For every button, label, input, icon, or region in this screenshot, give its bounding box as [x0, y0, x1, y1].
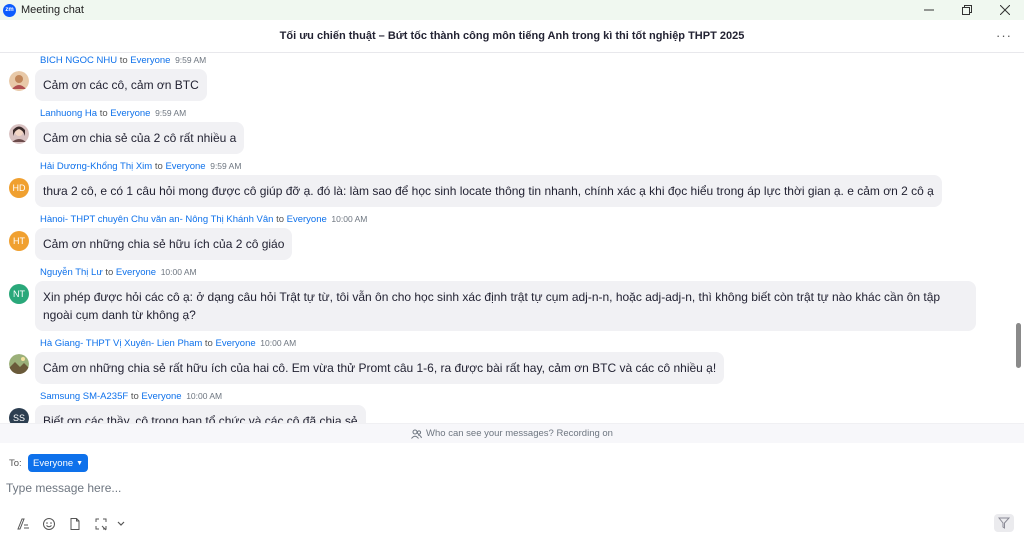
message-bubble[interactable]: thưa 2 cô, e có 1 câu hỏi mong được cô g…: [35, 175, 942, 207]
avatar: NT: [9, 284, 29, 304]
send-icon: [998, 517, 1010, 529]
recipient-name[interactable]: Everyone: [130, 55, 170, 66]
avatar-photo-icon: [9, 354, 29, 374]
screenshot-options-button[interactable]: [114, 516, 128, 532]
sender-name[interactable]: BICH NGOC NHU: [40, 55, 117, 66]
to-word: to: [99, 108, 108, 119]
message-bubble[interactable]: Cảm ơn chia sẻ của 2 cô rất nhiều a: [35, 122, 245, 154]
message-time: 10:00 AM: [160, 267, 197, 277]
screenshot-button[interactable]: [88, 516, 114, 532]
message-meta: Hànoi- THPT chuyên Chu văn an- Nông Thị …: [40, 214, 367, 225]
to-word: to: [276, 214, 284, 225]
recipient-name[interactable]: Everyone: [165, 161, 205, 172]
to-word: to: [105, 267, 114, 278]
to-word: to: [154, 161, 163, 172]
sender-name[interactable]: Nguyễn Thị Lư: [40, 267, 103, 278]
message-time: 10:00 AM: [260, 338, 297, 348]
recipient-dropdown[interactable]: Everyone ▼: [28, 454, 89, 472]
recipient-name[interactable]: Everyone: [287, 214, 327, 225]
send-button[interactable]: [994, 514, 1014, 532]
message-meta: BICH NGOC NHU to Everyone 9:59 AM: [40, 55, 206, 66]
avatar: SS: [9, 408, 29, 423]
people-icon: [411, 429, 423, 439]
sender-name[interactable]: Hànoi- THPT chuyên Chu văn an- Nông Thị …: [40, 214, 273, 225]
emoji-icon: [43, 518, 55, 530]
file-button[interactable]: [62, 516, 88, 532]
message-meta: Hải Dương-Khổng Thị Xim to Everyone 9:59…: [40, 161, 241, 172]
avatar: [9, 71, 29, 91]
recipient-dropdown-label: Everyone: [33, 457, 74, 469]
meeting-title: Tối ưu chiến thuật – Bứt tốc thành công …: [279, 30, 745, 42]
message-bubble[interactable]: Biết ơn các thầy, cô trong ban tổ chức v…: [35, 405, 366, 423]
avatar: HD: [9, 178, 29, 198]
minimize-icon: [924, 9, 934, 11]
message-meta: Hà Giang- THPT Vị Xuyên- Lien Pham to Ev…: [40, 338, 296, 349]
privacy-notice-text: Who can see your messages? Recording on: [426, 428, 613, 439]
recipient-name[interactable]: Everyone: [141, 391, 181, 402]
sender-name[interactable]: Lanhuong Ha: [40, 108, 97, 119]
message-bubble[interactable]: Cảm ơn các cô, cảm ơn BTC: [35, 69, 207, 101]
to-word: to: [130, 391, 139, 402]
restore-button[interactable]: [948, 0, 986, 20]
chat-header: Tối ưu chiến thuật – Bứt tốc thành công …: [0, 20, 1024, 53]
to-label: To:: [9, 458, 22, 469]
message-meta: Lanhuong Ha to Everyone 9:59 AM: [40, 108, 186, 119]
privacy-notice[interactable]: Who can see your messages? Recording on: [0, 423, 1024, 443]
window-titlebar: zm Meeting chat: [0, 0, 1024, 20]
message-list[interactable]: BICH NGOC NHU to Everyone 9:59 AM Cảm ơn…: [0, 53, 1010, 423]
message-time: 9:59 AM: [175, 55, 207, 65]
format-icon: [17, 518, 29, 530]
file-icon: [70, 518, 80, 530]
restore-icon: [962, 5, 972, 15]
more-options-button[interactable]: ···: [996, 28, 1012, 43]
avatar-photo-icon: [9, 71, 29, 91]
close-icon: [1000, 5, 1010, 15]
close-button[interactable]: [986, 0, 1024, 20]
recipient-name[interactable]: Everyone: [216, 338, 256, 349]
message-time: 10:00 AM: [186, 391, 223, 401]
sender-name[interactable]: Hà Giang- THPT Vị Xuyên- Lien Pham: [40, 338, 202, 349]
avatar-photo-icon: [9, 124, 29, 144]
zoom-logo-icon: zm: [3, 3, 16, 17]
window-title: Meeting chat: [21, 4, 84, 16]
message-time: 9:59 AM: [210, 161, 242, 171]
chevron-down-icon: ▼: [76, 459, 84, 467]
message-time: 10:00 AM: [331, 214, 368, 224]
minimize-button[interactable]: [910, 0, 948, 20]
to-word: to: [119, 55, 128, 66]
chevron-down-icon: [117, 521, 125, 526]
scrollbar-thumb[interactable]: [1016, 323, 1021, 368]
recipient-name[interactable]: Everyone: [110, 108, 150, 119]
recipient-name[interactable]: Everyone: [116, 267, 156, 278]
avatar: HT: [9, 231, 29, 251]
sender-name[interactable]: Samsung SM-A235F: [40, 391, 128, 402]
avatar: [9, 354, 29, 374]
message-bubble[interactable]: Cảm ơn những chia sẻ rất hữu ích của hai…: [35, 352, 725, 384]
format-button[interactable]: [10, 516, 36, 532]
message-time: 9:59 AM: [155, 108, 187, 118]
message-meta: Nguyễn Thị Lư to Everyone 10:00 AM: [40, 267, 197, 278]
composer-toolbar: [10, 516, 128, 532]
sender-name[interactable]: Hải Dương-Khổng Thị Xim: [40, 161, 152, 172]
avatar: [9, 124, 29, 144]
window-controls: [910, 0, 1024, 20]
message-bubble[interactable]: Cảm ơn những chia sẻ hữu ích của 2 cô gi…: [35, 228, 293, 260]
message-input[interactable]: [6, 478, 906, 498]
screenshot-icon: [95, 518, 107, 531]
message-meta: Samsung SM-A235F to Everyone 10:00 AM: [40, 391, 222, 402]
message-bubble[interactable]: Xin phép được hỏi các cô ạ: ở dạng câu h…: [35, 281, 976, 331]
to-word: to: [204, 338, 213, 349]
emoji-button[interactable]: [36, 516, 62, 532]
